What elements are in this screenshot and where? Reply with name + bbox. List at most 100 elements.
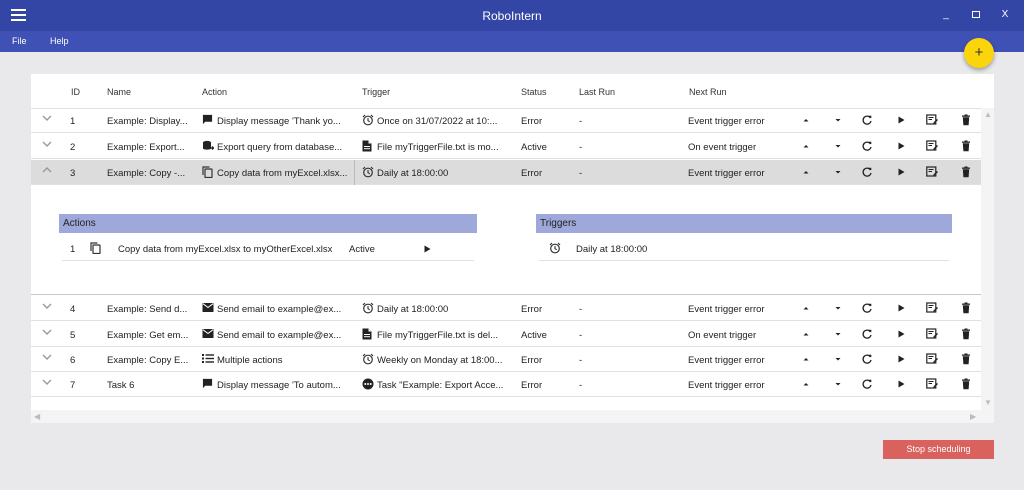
maximize-button[interactable] <box>969 8 983 22</box>
delete-button[interactable] <box>960 353 972 365</box>
move-up-button[interactable] <box>800 166 812 178</box>
file-icon <box>362 328 373 340</box>
move-up-button[interactable] <box>800 140 812 152</box>
alarm-icon <box>362 353 374 365</box>
edit-button[interactable] <box>926 140 938 152</box>
edit-note-icon <box>926 140 938 152</box>
reset-button[interactable] <box>861 140 873 152</box>
cell-last-run: - <box>579 142 583 153</box>
delete-button[interactable] <box>960 140 972 152</box>
arrow-up-icon <box>800 302 812 314</box>
table-row[interactable]: 3 Example: Copy -... Copy data from myExce… <box>31 160 981 185</box>
expand-chevron-icon[interactable] <box>41 326 53 338</box>
collapse-chevron-icon[interactable] <box>41 164 53 176</box>
expand-chevron-icon[interactable] <box>41 376 53 388</box>
run-action-button[interactable] <box>421 243 433 255</box>
cell-action: Send email to example@ex... <box>217 304 342 315</box>
arrow-down-icon <box>832 114 844 126</box>
delete-button[interactable] <box>960 166 972 178</box>
run-button[interactable] <box>895 114 907 126</box>
play-icon <box>895 140 907 152</box>
menu-help[interactable]: Help <box>50 36 69 46</box>
cell-trigger: File myTriggerFile.txt is mo... <box>377 142 499 153</box>
move-down-button[interactable] <box>832 140 844 152</box>
delete-button[interactable] <box>960 378 972 390</box>
cell-last-run: - <box>579 116 583 127</box>
move-down-button[interactable] <box>832 353 844 365</box>
refresh-icon <box>861 114 873 126</box>
expand-chevron-icon[interactable] <box>41 138 53 150</box>
expand-chevron-icon[interactable] <box>41 300 53 312</box>
table-row[interactable]: 6 Example: Copy E... Multiple actions Weekl… <box>31 347 981 372</box>
move-up-button[interactable] <box>800 353 812 365</box>
table-row[interactable]: 4 Example: Send d... Send email to example… <box>31 296 981 321</box>
run-button[interactable] <box>895 328 907 340</box>
cell-action: Send email to example@ex... <box>217 330 342 341</box>
move-up-button[interactable] <box>800 378 812 390</box>
cell-last-run: - <box>579 168 583 179</box>
reset-button[interactable] <box>861 353 873 365</box>
arrow-up-icon <box>800 328 812 340</box>
move-down-button[interactable] <box>832 302 844 314</box>
table-row[interactable]: 5 Example: Get em... Send email to example… <box>31 322 981 347</box>
run-button[interactable] <box>895 166 907 178</box>
refresh-icon <box>861 378 873 390</box>
delete-button[interactable] <box>960 302 972 314</box>
arrow-up-icon <box>800 378 812 390</box>
close-button[interactable]: X <box>998 8 1012 22</box>
detail-trigger-row[interactable]: Daily at 18:00:00 <box>539 237 949 261</box>
expand-chevron-icon[interactable] <box>41 112 53 124</box>
delete-button[interactable] <box>960 114 972 126</box>
reset-button[interactable] <box>861 378 873 390</box>
run-button[interactable] <box>895 302 907 314</box>
table-row[interactable]: 2 Example: Export... Export query from dat… <box>31 134 981 159</box>
cell-status: Error <box>521 304 543 315</box>
move-down-button[interactable] <box>832 114 844 126</box>
move-down-button[interactable] <box>832 328 844 340</box>
delete-button[interactable] <box>960 328 972 340</box>
task-detail-panel: Actions 1 Copy data from myExcel.xlsx to… <box>31 185 981 295</box>
table-row[interactable]: 1 Example: Display... Display message 'Tha… <box>31 108 981 133</box>
play-icon <box>895 166 907 178</box>
move-up-button[interactable] <box>800 114 812 126</box>
scroll-right-arrow-icon[interactable]: ▶ <box>970 412 976 421</box>
add-task-button[interactable]: + <box>964 38 994 68</box>
edit-button[interactable] <box>926 114 938 126</box>
edit-button[interactable] <box>926 166 938 178</box>
expand-chevron-icon[interactable] <box>41 351 53 363</box>
edit-button[interactable] <box>926 302 938 314</box>
move-down-button[interactable] <box>832 166 844 178</box>
move-up-button[interactable] <box>800 302 812 314</box>
move-down-button[interactable] <box>832 378 844 390</box>
scroll-left-arrow-icon[interactable]: ◀ <box>34 412 40 421</box>
refresh-icon <box>861 166 873 178</box>
run-button[interactable] <box>895 353 907 365</box>
reset-button[interactable] <box>861 166 873 178</box>
edit-button[interactable] <box>926 353 938 365</box>
detail-action-row[interactable]: 1 Copy data from myExcel.xlsx to myOther… <box>62 237 474 261</box>
table-row[interactable]: 7 Task 6 Display message 'To autom... Task … <box>31 372 981 397</box>
cell-id: 6 <box>70 355 76 366</box>
cell-id: 3 <box>70 168 76 179</box>
reset-button[interactable] <box>861 114 873 126</box>
horizontal-scrollbar[interactable]: ◀ ▶ <box>31 410 994 423</box>
refresh-icon <box>861 302 873 314</box>
cell-status: Active <box>521 142 547 153</box>
cell-trigger: Daily at 18:00:00 <box>377 168 449 179</box>
edit-button[interactable] <box>926 328 938 340</box>
copy-icon <box>202 166 213 178</box>
run-button[interactable] <box>895 140 907 152</box>
reset-button[interactable] <box>861 328 873 340</box>
edit-button[interactable] <box>926 378 938 390</box>
minimize-button[interactable]: _ <box>939 8 953 22</box>
vertical-scrollbar[interactable]: ▲ ▼ <box>981 108 994 410</box>
menu-file[interactable]: File <box>12 36 27 46</box>
reset-button[interactable] <box>861 302 873 314</box>
cell-action: Display message 'To autom... <box>217 380 341 391</box>
trash-icon <box>960 114 972 126</box>
scroll-up-arrow-icon[interactable]: ▲ <box>984 110 992 119</box>
scroll-down-arrow-icon[interactable]: ▼ <box>984 398 992 407</box>
move-up-button[interactable] <box>800 328 812 340</box>
stop-scheduling-button[interactable]: Stop scheduling <box>883 440 994 459</box>
run-button[interactable] <box>895 378 907 390</box>
